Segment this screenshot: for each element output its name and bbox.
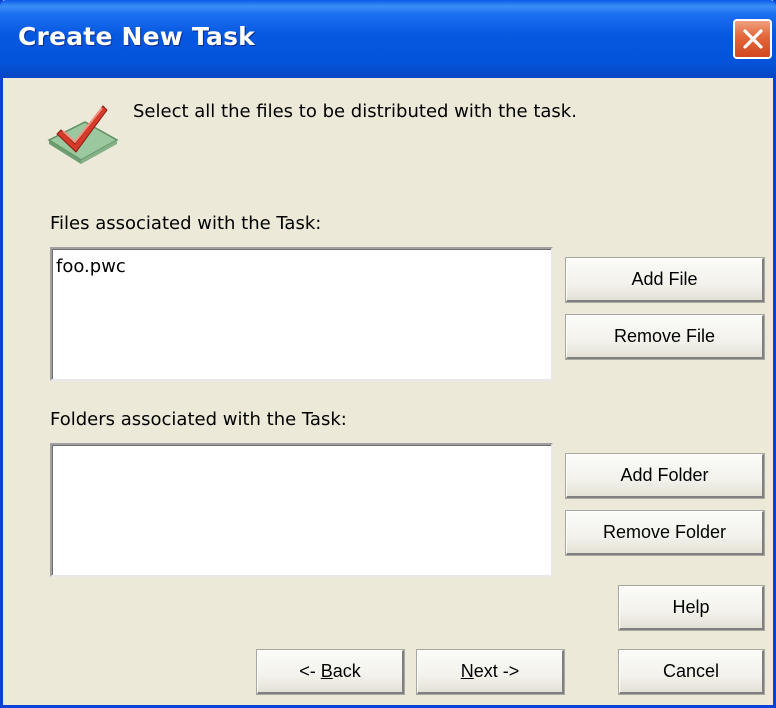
cancel-button[interactable]: Cancel bbox=[618, 649, 765, 695]
folders-listbox[interactable] bbox=[50, 443, 553, 577]
add-file-button[interactable]: Add File bbox=[565, 257, 765, 303]
remove-folder-button[interactable]: Remove Folder bbox=[565, 510, 765, 556]
window-title: Create New Task bbox=[18, 22, 255, 51]
next-button[interactable]: Next -> bbox=[416, 649, 565, 695]
back-rest: ack bbox=[332, 661, 361, 681]
folders-label: Folders associated with the Task: bbox=[50, 409, 347, 430]
close-icon bbox=[743, 29, 763, 49]
title-bar[interactable]: Create New Task bbox=[0, 0, 776, 78]
files-listbox[interactable]: foo.pwc bbox=[50, 247, 553, 381]
files-label: Files associated with the Task: bbox=[50, 213, 322, 234]
next-rest: ext -> bbox=[473, 661, 520, 681]
add-folder-button[interactable]: Add Folder bbox=[565, 453, 765, 499]
remove-file-button[interactable]: Remove File bbox=[565, 314, 765, 360]
checkmark-icon bbox=[47, 105, 119, 164]
list-item[interactable]: foo.pwc bbox=[56, 256, 126, 277]
back-button[interactable]: <- Back bbox=[256, 649, 405, 695]
next-mnemonic: N bbox=[460, 661, 474, 681]
back-mnemonic: B bbox=[320, 661, 333, 681]
instruction-text: Select all the files to be distributed w… bbox=[133, 101, 577, 122]
help-button[interactable]: Help bbox=[618, 585, 765, 631]
back-prefix: <- bbox=[299, 661, 321, 681]
close-button[interactable] bbox=[733, 19, 772, 59]
create-task-dialog: Create New Task Select all the files to … bbox=[0, 0, 776, 708]
